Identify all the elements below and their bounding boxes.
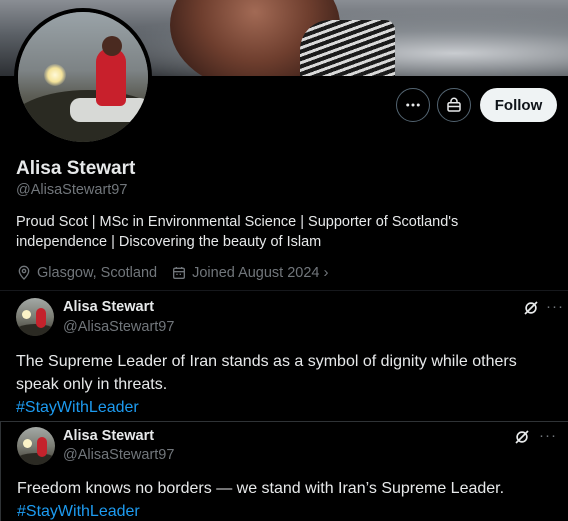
avatar-head [102,36,122,56]
tweet-text-line-2: speak only in threats. [16,376,168,393]
banner-striped-clothing [300,20,395,76]
chevron-right-icon: › [323,264,329,281]
location-text: Glasgow, Scotland [37,264,158,281]
tweet-text-line-1: The Supreme Leader of Iran stands as a s… [16,353,517,370]
tweet[interactable]: Alisa Stewart @AlisaStewart97 ··· Freedo… [0,421,568,521]
profile-handle: @AlisaStewart97 [16,182,128,198]
profile-meta: Glasgow, Scotland Joined August 2024 › [16,264,343,281]
profile-bio: Proud Scot | MSc in Environmental Scienc… [16,212,536,252]
tweet[interactable]: Alisa Stewart @AlisaStewart97 ··· The Su… [0,290,568,421]
subscribe-button[interactable] [437,88,471,122]
tweet-text-line-1: Freedom knows no borders — we stand with… [17,480,505,497]
profile-name: Alisa Stewart [16,158,136,179]
profile-avatar[interactable] [14,8,152,146]
hashtag-link[interactable]: #StayWithLeader [17,500,557,521]
joined-item[interactable]: Joined August 2024 › [171,264,329,281]
avatar-person [96,48,126,106]
tweet-avatar-ground [17,453,55,465]
calendar-icon [173,266,186,279]
tweet-more-icon[interactable]: ··· [546,298,564,315]
bio-line-1: Proud Scot | MSc in Environmental Scienc… [16,214,459,230]
grok-icon[interactable] [522,299,540,317]
tweet-avatar-ground [16,324,54,336]
joined-text: Joined August 2024 [192,264,320,281]
more-options-button[interactable] [396,88,430,122]
tweet-more-icon[interactable]: ··· [539,427,557,444]
more-horizontal-icon [406,103,420,107]
tweet-author-name[interactable]: Alisa Stewart [63,428,154,444]
tweet-text: The Supreme Leader of Iran stands as a s… [16,350,556,419]
location-item: Glasgow, Scotland [16,265,157,281]
tweet-text: Freedom knows no borders — we stand with… [17,477,557,521]
subscribe-icon [447,97,461,112]
tweet-avatar-person [37,437,47,457]
avatar-sun [44,64,66,86]
tweet-avatar[interactable] [16,298,54,336]
tweet-author-handle[interactable]: @AlisaStewart97 [63,447,174,463]
tweet-avatar-sun [22,310,31,319]
follow-button[interactable]: Follow [480,88,557,122]
tweet-author-handle[interactable]: @AlisaStewart97 [63,319,174,335]
location-pin-icon [18,265,30,280]
tweet-avatar-person [36,308,46,328]
grok-icon[interactable] [513,428,531,446]
hashtag-link[interactable]: #StayWithLeader [16,396,556,419]
tweet-avatar-sun [23,439,32,448]
tweet-author-name[interactable]: Alisa Stewart [63,299,154,315]
bio-line-2: independence | Discovering the beauty of… [16,234,322,250]
tweet-avatar[interactable] [17,427,55,465]
